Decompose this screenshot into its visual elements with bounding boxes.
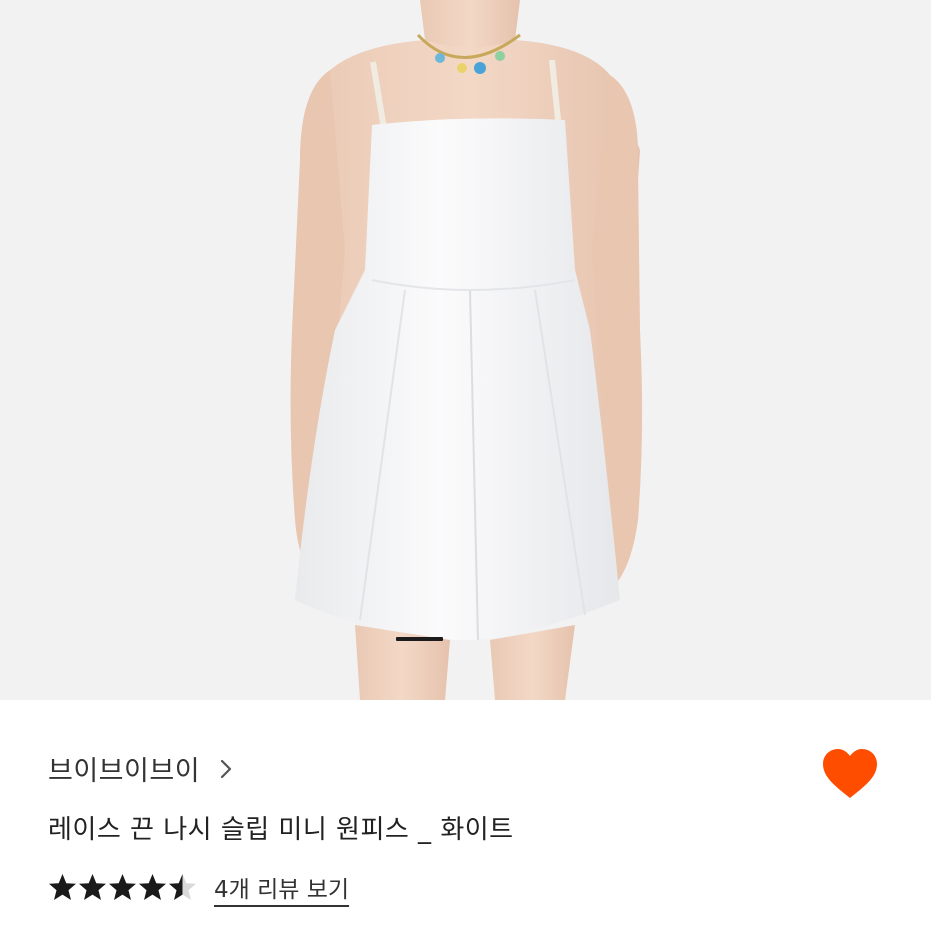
star-icon-full [109, 874, 136, 900]
image-carousel-indicator [396, 637, 443, 641]
star-icon-full [49, 874, 76, 900]
heart-icon[interactable] [821, 748, 879, 800]
like-button[interactable] [821, 748, 879, 800]
rating-stars [48, 873, 198, 901]
product-image[interactable] [0, 0, 931, 700]
shop-name[interactable]: 브이브이브이 [48, 749, 200, 788]
rating-row: 4개 리뷰 보기 [48, 870, 349, 904]
product-info: 브이브이브이 레이스 끈 나시 슬립 미니 원피스 _ 화이트 4개 리뷰 보기 [0, 700, 931, 931]
shop-link[interactable]: 브이브이브이 [48, 749, 232, 788]
star-icon-full [139, 874, 166, 900]
product-photo-dress [0, 0, 931, 700]
star-icon-half [169, 874, 196, 900]
product-detail-page: 브이브이브이 레이스 끈 나시 슬립 미니 원피스 _ 화이트 4개 리뷰 보기 [0, 0, 931, 931]
star-icon-full [79, 874, 106, 900]
reviews-link[interactable]: 4개 리뷰 보기 [214, 870, 349, 904]
chevron-right-icon[interactable] [220, 759, 232, 779]
product-title: 레이스 끈 나시 슬립 미니 원피스 _ 화이트 [48, 815, 514, 845]
